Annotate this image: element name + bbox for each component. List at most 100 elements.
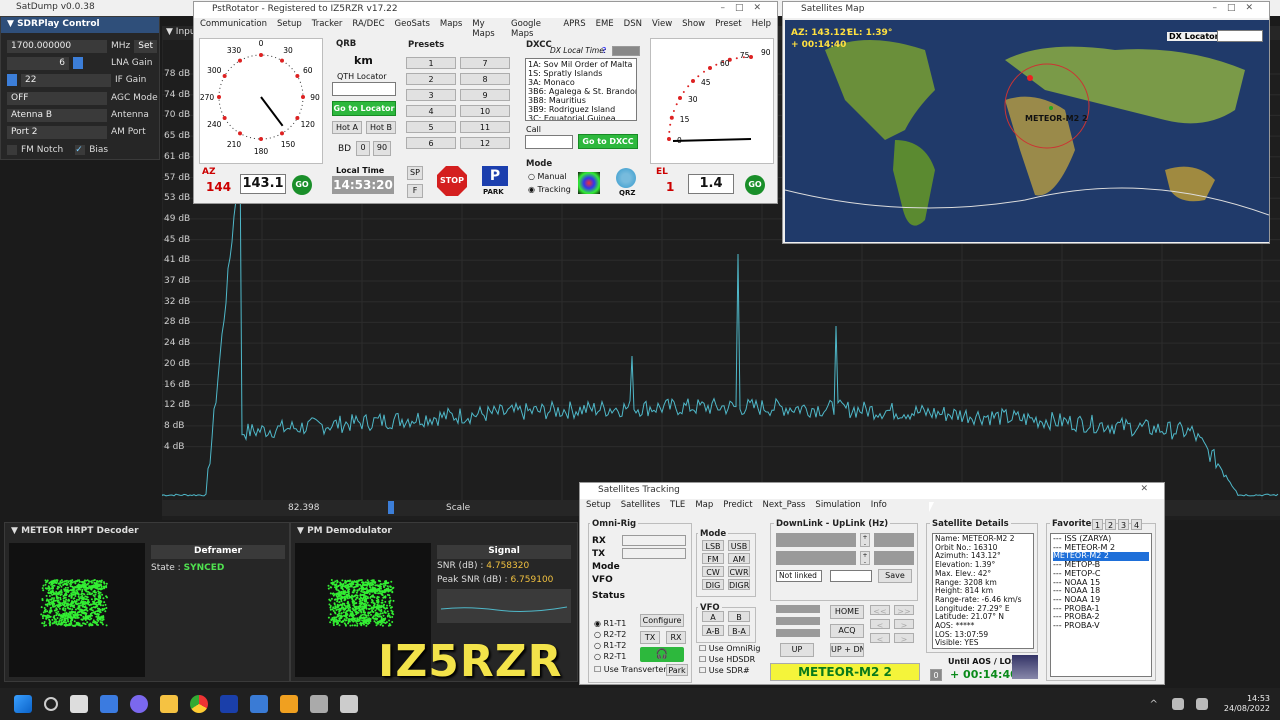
preset-button[interactable]: 10: [460, 105, 510, 117]
tracking-globe-icon[interactable]: [578, 172, 600, 194]
mode-am-button[interactable]: AM: [728, 553, 750, 564]
mode-usb-button[interactable]: USB: [728, 540, 750, 551]
chrome-icon[interactable]: [190, 695, 208, 713]
preset-button[interactable]: 6: [406, 137, 456, 149]
tray-chevron-icon[interactable]: ^: [1150, 699, 1158, 710]
search-icon[interactable]: [44, 697, 58, 711]
menu-item[interactable]: My Maps: [472, 19, 501, 39]
amport-select[interactable]: Port 2: [7, 125, 107, 139]
r1t2-radio[interactable]: ○ R1-T2: [594, 641, 626, 650]
bias-checkbox[interactable]: ✓: [75, 145, 86, 155]
preset-button[interactable]: 12: [460, 137, 510, 149]
use-transverter-checkbox[interactable]: ☐ Use Transverter: [594, 665, 667, 674]
up-button[interactable]: UP: [780, 643, 814, 657]
favorites-tab[interactable]: 1: [1092, 519, 1103, 530]
mode-lsb-button[interactable]: LSB: [702, 540, 724, 551]
go-to-dxcc-button[interactable]: Go to DXCC: [578, 134, 638, 149]
agc-select[interactable]: OFF: [7, 91, 107, 105]
fm-notch-checkbox[interactable]: [7, 145, 17, 155]
go-to-locator-button[interactable]: Go to Locator: [332, 101, 396, 116]
menu-item[interactable]: Setup: [277, 19, 302, 31]
menu-item[interactable]: Preset: [715, 19, 742, 31]
network-icon[interactable]: [1171, 698, 1184, 710]
panel-title[interactable]: ▼ SDRPlay Control: [1, 17, 159, 33]
preset-button[interactable]: 8: [460, 73, 510, 85]
app-icon-2[interactable]: [250, 695, 268, 713]
uplink-stepper[interactable]: + -: [860, 551, 870, 565]
az-go-button[interactable]: GO: [292, 175, 312, 195]
menu-item[interactable]: Google Maps: [511, 19, 553, 39]
mode-fm-button[interactable]: FM: [702, 553, 724, 564]
favorites-list[interactable]: --- ISS (ZARYA) --- METEOR-M 2 METEOR-M2 2…: [1050, 533, 1152, 677]
app-icon-1[interactable]: [220, 695, 238, 713]
up-dn-button[interactable]: UP + DN: [830, 643, 864, 657]
preset-button[interactable]: 3: [406, 89, 456, 101]
downlink-stepper[interactable]: + -: [860, 533, 870, 547]
file-explorer-icon[interactable]: [160, 695, 178, 713]
scale-slider-handle[interactable]: [388, 501, 394, 514]
hot-b-button[interactable]: Hot B: [366, 121, 396, 134]
mode-cw-button[interactable]: CW: [702, 566, 724, 577]
system-clock[interactable]: 14:53 24/08/2022: [1224, 694, 1270, 714]
call-input[interactable]: [525, 135, 573, 149]
menu-item[interactable]: RA/DEC: [352, 19, 384, 31]
menu-item[interactable]: DSN: [624, 19, 642, 31]
preset-button[interactable]: 9: [460, 89, 510, 101]
use-hdsdr-checkbox[interactable]: ☐ Use HDSDR: [699, 655, 755, 664]
menu-item[interactable]: Help: [752, 19, 771, 31]
menu-item[interactable]: TLE: [670, 500, 685, 512]
favorite-item[interactable]: --- PROBA-V: [1053, 621, 1149, 631]
task-view-icon[interactable]: [70, 695, 88, 713]
menu-item[interactable]: View: [652, 19, 672, 31]
r2t1-radio[interactable]: ○ R2-T1: [594, 652, 626, 661]
step-forward-button[interactable]: >: [894, 633, 914, 643]
world-map[interactable]: [785, 20, 1269, 242]
menu-item[interactable]: APRS: [563, 19, 585, 31]
volume-icon[interactable]: [1195, 698, 1208, 710]
dxcc-entry[interactable]: 3B6: Agalega & St. Brandon: [528, 87, 636, 96]
link-select[interactable]: Not linked: [776, 570, 822, 582]
preset-button[interactable]: 5: [406, 121, 456, 133]
dxcc-entry[interactable]: 3C: Equatorial Guinea: [528, 114, 634, 120]
chat-icon[interactable]: [130, 695, 148, 713]
favorites-tab[interactable]: 4: [1131, 519, 1142, 530]
mode-cwr-button[interactable]: CWR: [728, 566, 750, 577]
qth-locator-input[interactable]: [332, 82, 396, 96]
configure-button[interactable]: Configure: [640, 614, 684, 627]
preset-button[interactable]: 11: [460, 121, 510, 133]
rewind-button[interactable]: <: [870, 619, 890, 629]
menu-item[interactable]: GeoSats: [395, 19, 430, 31]
menu-item[interactable]: Maps: [440, 19, 462, 31]
if-slider-handle[interactable]: [7, 74, 17, 86]
tracking-radio[interactable]: ◉ Tracking: [528, 185, 571, 194]
elevation-dial[interactable]: 9075604530150: [650, 38, 774, 164]
qrz-globe-icon[interactable]: [616, 168, 636, 188]
dxcc-entry[interactable]: 1S: Spratly Islands: [528, 69, 634, 78]
sp-button[interactable]: SP: [407, 166, 423, 180]
menu-item[interactable]: Predict: [723, 500, 752, 512]
mode-dig-button[interactable]: DIG: [702, 579, 724, 590]
pm-title[interactable]: ▼ PM Demodulator: [291, 523, 577, 539]
park-icon[interactable]: P: [482, 166, 508, 186]
antenna-select[interactable]: Atenna B: [7, 108, 107, 122]
stop-button[interactable]: STOP: [437, 166, 467, 196]
start-icon[interactable]: [14, 695, 32, 713]
menu-item[interactable]: Simulation: [815, 500, 860, 512]
manual-radio[interactable]: ○ Manual: [528, 172, 567, 181]
menu-item[interactable]: Next_Pass: [763, 500, 806, 512]
menu-item[interactable]: Communication: [200, 19, 267, 31]
satmap-titlebar[interactable]: Satellites Map –□✕: [783, 2, 1269, 18]
dx-help-link[interactable]: ?: [602, 46, 606, 55]
satdump-taskbar-icon[interactable]: [310, 695, 328, 713]
tracking-titlebar[interactable]: Satellites Tracking ✕: [580, 483, 1164, 499]
vfo-button[interactable]: A: [702, 611, 724, 622]
vfo-button[interactable]: B-A: [728, 625, 750, 636]
f-button[interactable]: F: [407, 184, 423, 198]
acq-button[interactable]: ACQ: [830, 624, 864, 638]
r1t1-radio[interactable]: ◉ R1-T1: [594, 619, 626, 628]
dxcc-list[interactable]: 1A: Sov Mil Order of Malta 1S: Spratly Is…: [525, 58, 637, 121]
vfo-button[interactable]: A-B: [702, 625, 724, 636]
save-button[interactable]: Save: [878, 569, 912, 583]
use-omnirig-checkbox[interactable]: ☐ Use OmniRig: [699, 644, 760, 653]
forward-fast-button[interactable]: >>: [894, 605, 914, 615]
